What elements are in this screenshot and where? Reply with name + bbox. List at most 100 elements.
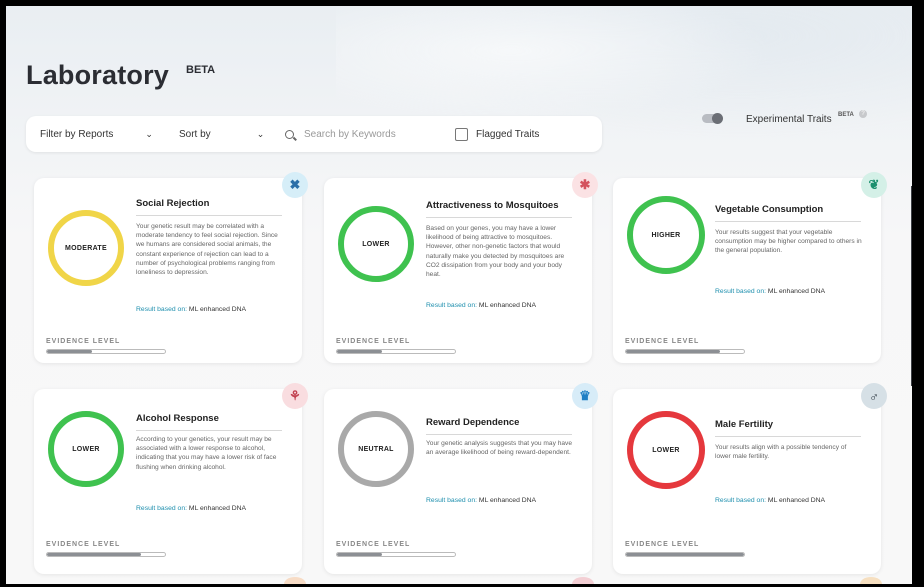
title-divider <box>426 217 572 218</box>
result-source: ML enhanced DNA <box>767 288 826 295</box>
result-ring: LOWER <box>338 206 414 282</box>
filter-by-label: Filter by Reports <box>40 128 114 140</box>
evidence-level-fill <box>626 350 721 353</box>
trait-description: Your genetic result may be correlated wi… <box>136 223 278 277</box>
next-row-icon <box>572 577 594 584</box>
result-source: ML enhanced DNA <box>478 302 537 309</box>
evidence-level-label: EVIDENCE LEVEL <box>46 338 121 345</box>
search-input[interactable]: Search by Keywords <box>285 116 435 152</box>
sort-by-dropdown[interactable]: Sort by ⌄ <box>179 116 264 152</box>
info-icon[interactable]: ? <box>859 110 867 118</box>
result-level: LOWER <box>652 446 680 454</box>
filter-by-reports-dropdown[interactable]: Filter by Reports ⌄ <box>40 116 153 152</box>
result-source: ML enhanced DNA <box>188 306 247 313</box>
result-basis: Result based on: ML enhanced DNA <box>715 288 825 295</box>
sort-by-label: Sort by <box>179 128 211 140</box>
trait-card[interactable]: ⚘ LOWER Alcohol Response According to yo… <box>34 383 308 574</box>
result-based-on-label: Result based on: <box>715 288 767 295</box>
trait-title[interactable]: Social Rejection <box>136 198 209 209</box>
title-divider <box>136 215 282 216</box>
result-ring: HIGHER <box>627 196 705 274</box>
laboratory-page: Laboratory BETA Filter by Reports ⌄ Sort… <box>6 6 912 584</box>
title-divider <box>426 434 572 435</box>
result-based-on-label: Result based on: <box>426 497 478 504</box>
result-ring: LOWER <box>48 411 124 487</box>
evidence-level-bar <box>336 349 456 354</box>
trait-title[interactable]: Male Fertility <box>715 419 773 430</box>
evidence-level-label: EVIDENCE LEVEL <box>625 338 700 345</box>
evidence-level-bar <box>336 552 456 557</box>
evidence-level-fill <box>626 553 744 556</box>
trait-card[interactable]: ✖ MODERATE Social Rejection Your genetic… <box>34 172 308 363</box>
result-basis: Result based on: ML enhanced DNA <box>426 497 536 504</box>
result-based-on-label: Result based on: <box>426 302 478 309</box>
result-ring: MODERATE <box>48 210 124 286</box>
result-basis: Result based on: ML enhanced DNA <box>136 505 246 512</box>
evidence-level-bar <box>46 552 166 557</box>
trait-title[interactable]: Attractiveness to Mosquitoes <box>426 200 559 211</box>
title-divider <box>136 430 282 431</box>
result-basis: Result based on: ML enhanced DNA <box>715 497 825 504</box>
result-based-on-label: Result based on: <box>136 505 188 512</box>
trait-description: Your results align with a possible tende… <box>715 444 847 461</box>
trait-description: Based on your genes, you may have a lowe… <box>426 225 565 279</box>
trait-description: Your genetic analysis suggests that you … <box>426 440 573 457</box>
wine-glasses-icon: ⚘ <box>282 383 308 409</box>
title-divider <box>715 436 861 437</box>
search-placeholder: Search by Keywords <box>304 128 396 140</box>
evidence-level-fill <box>47 553 142 556</box>
leaf-icon: ❦ <box>861 172 887 198</box>
trait-description: Your results suggest that your vegetable… <box>715 229 862 255</box>
trait-card[interactable]: ♂ LOWER Male Fertility Your results alig… <box>613 383 887 574</box>
result-based-on-label: Result based on: <box>136 306 188 313</box>
beta-badge: BETA <box>186 64 216 76</box>
result-ring: NEUTRAL <box>338 411 414 487</box>
chat-bubble-icon: ✖ <box>282 172 308 198</box>
experimental-traits-toggle[interactable] <box>702 113 723 124</box>
flagged-traits-checkbox[interactable]: Flagged Traits <box>455 116 539 152</box>
result-basis: Result based on: ML enhanced DNA <box>136 306 246 313</box>
result-level: LOWER <box>362 240 390 248</box>
title-divider <box>715 221 861 222</box>
evidence-level-bar <box>625 349 745 354</box>
page-title: Laboratory <box>26 60 170 90</box>
trait-card[interactable]: ❦ HIGHER Vegetable Consumption Your resu… <box>613 172 887 363</box>
result-level: MODERATE <box>65 244 107 252</box>
trait-card[interactable]: ✱ LOWER Attractiveness to Mosquitoes Bas… <box>324 172 598 363</box>
toggle-knob[interactable] <box>712 113 723 124</box>
evidence-level-label: EVIDENCE LEVEL <box>336 338 411 345</box>
search-icon <box>285 129 294 139</box>
flagged-traits-label: Flagged Traits <box>476 128 540 140</box>
trait-title[interactable]: Vegetable Consumption <box>715 204 823 215</box>
side-panel-tab[interactable] <box>911 186 912 386</box>
mosquito-icon: ✱ <box>572 172 598 198</box>
filter-bar: Filter by Reports ⌄ Sort by ⌄ Search by … <box>26 116 602 152</box>
evidence-level-label: EVIDENCE LEVEL <box>46 541 121 548</box>
result-source: ML enhanced DNA <box>767 497 826 504</box>
evidence-level-label: EVIDENCE LEVEL <box>336 541 411 548</box>
result-level: LOWER <box>72 445 100 453</box>
result-ring: LOWER <box>627 411 705 489</box>
experimental-traits-label: Experimental Traits <box>746 114 832 125</box>
evidence-level-bar <box>625 552 745 557</box>
trait-description: According to your genetics, your result … <box>136 436 277 471</box>
result-source: ML enhanced DNA <box>188 505 247 512</box>
trophy-icon: ♛ <box>572 383 598 409</box>
trait-title[interactable]: Reward Dependence <box>426 417 519 428</box>
trait-title[interactable]: Alcohol Response <box>136 413 219 424</box>
evidence-level-fill <box>337 350 382 353</box>
result-level: HIGHER <box>651 231 681 239</box>
next-row-icon <box>860 577 882 584</box>
checkbox-box[interactable] <box>455 127 468 141</box>
result-level: NEUTRAL <box>358 445 394 453</box>
experimental-beta-badge: BETA <box>838 112 854 118</box>
chevron-down-icon: ⌄ <box>145 128 153 139</box>
trait-card[interactable]: ♛ NEUTRAL Reward Dependence Your genetic… <box>324 383 598 574</box>
evidence-level-fill <box>337 553 382 556</box>
result-basis: Result based on: ML enhanced DNA <box>426 302 536 309</box>
evidence-level-label: EVIDENCE LEVEL <box>625 541 700 548</box>
result-based-on-label: Result based on: <box>715 497 767 504</box>
result-source: ML enhanced DNA <box>478 497 537 504</box>
chevron-down-icon: ⌄ <box>256 128 265 139</box>
next-row-icon <box>284 577 306 584</box>
